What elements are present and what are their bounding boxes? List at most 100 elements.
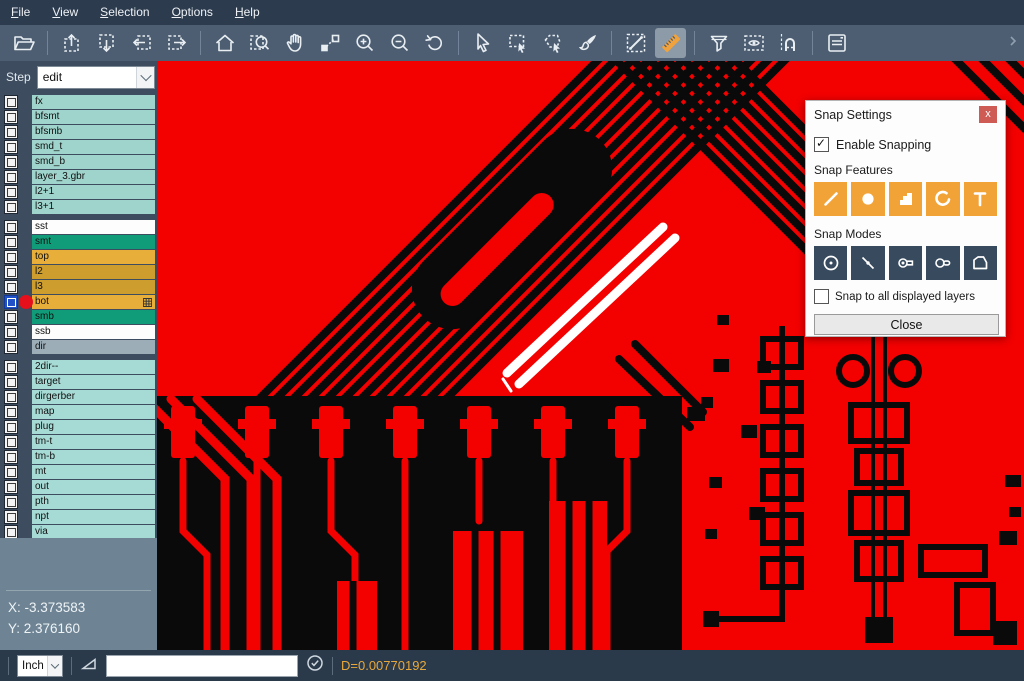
layer-name[interactable]: dirgerber	[32, 390, 155, 404]
layer-row[interactable]: bfsmb	[0, 125, 157, 139]
layer-row[interactable]: l3+1	[0, 200, 157, 214]
layer-row-bot[interactable]: bot	[0, 295, 157, 309]
layer-visibility-checkbox[interactable]	[4, 185, 18, 199]
layer-name[interactable]: map	[32, 405, 155, 419]
step-select[interactable]: edit	[37, 66, 155, 89]
filter-button[interactable]	[703, 28, 734, 58]
shift-up-button[interactable]	[56, 28, 87, 58]
snap-mode-center-button[interactable]	[814, 246, 847, 280]
layer-name[interactable]: dir	[32, 340, 155, 354]
layer-visibility-checkbox[interactable]	[4, 235, 18, 249]
layer-visibility-checkbox[interactable]	[4, 465, 18, 479]
snap-mode-corner-button[interactable]	[964, 246, 997, 280]
layer-visibility-checkbox[interactable]	[4, 480, 18, 494]
layer-visibility-checkbox[interactable]	[4, 405, 18, 419]
apply-check-icon[interactable]	[306, 654, 324, 677]
open-button[interactable]	[8, 28, 39, 58]
measure-line-button[interactable]	[620, 28, 651, 58]
layer-name[interactable]: 2dir--	[32, 360, 155, 374]
layer-row[interactable]: top	[0, 250, 157, 264]
layer-visibility-checkbox[interactable]	[4, 340, 18, 354]
paint-button[interactable]	[572, 28, 603, 58]
layer-visibility-checkbox[interactable]	[4, 265, 18, 279]
layer-name[interactable]: npt	[32, 510, 155, 524]
layer-name[interactable]: bfsmt	[32, 110, 155, 124]
select-button[interactable]	[467, 28, 498, 58]
layer-visibility-checkbox[interactable]	[4, 280, 18, 294]
fit-view-button[interactable]	[209, 28, 240, 58]
layer-name[interactable]: tm-b	[32, 450, 155, 464]
layer-row[interactable]: ssb	[0, 325, 157, 339]
layer-row[interactable]: map	[0, 405, 157, 419]
layer-row[interactable]: smd_b	[0, 155, 157, 169]
layer-visibility-checkbox[interactable]	[4, 220, 18, 234]
enable-snapping-checkbox[interactable]	[814, 137, 829, 152]
layer-visibility-checkbox[interactable]	[4, 420, 18, 434]
layer-row[interactable]: dirgerber	[0, 390, 157, 404]
transform-button[interactable]	[314, 28, 345, 58]
layer-visibility-checkbox[interactable]	[4, 435, 18, 449]
layer-row[interactable]: npt	[0, 510, 157, 524]
snap-button[interactable]	[773, 28, 804, 58]
layer-visibility-checkbox[interactable]	[4, 360, 18, 374]
layer-row[interactable]: smt	[0, 235, 157, 249]
layer-row[interactable]: fx	[0, 95, 157, 109]
close-button[interactable]: Close	[814, 314, 999, 335]
unit-select[interactable]: Inch	[17, 655, 63, 677]
layer-name[interactable]: tm-t	[32, 435, 155, 449]
layer-row[interactable]: smb	[0, 310, 157, 324]
snap-mode-midpoint-button[interactable]	[851, 246, 884, 280]
snap-feature-arc-button[interactable]	[926, 182, 959, 216]
layer-row[interactable]: l3	[0, 280, 157, 294]
shift-left-button[interactable]	[126, 28, 157, 58]
layer-visibility-checkbox[interactable]	[4, 450, 18, 464]
layer-row[interactable]: l2	[0, 265, 157, 279]
layer-name[interactable]: smd_b	[32, 155, 155, 169]
layer-name[interactable]: smt	[32, 235, 155, 249]
layer-row[interactable]: dir	[0, 340, 157, 354]
layer-row[interactable]: via	[0, 525, 157, 539]
layer-name[interactable]: l2	[32, 265, 155, 279]
layer-name[interactable]: via	[32, 525, 155, 539]
menu-selection[interactable]: Selection	[89, 0, 160, 25]
layer-name[interactable]: layer_3.gbr	[32, 170, 155, 184]
layer-name-wrap[interactable]: bot	[32, 295, 155, 309]
layer-visibility-checkbox[interactable]	[4, 110, 18, 124]
layer-row[interactable]: bfsmt	[0, 110, 157, 124]
layer-visibility-checkbox[interactable]	[4, 140, 18, 154]
layer-name[interactable]: l3	[32, 280, 155, 294]
layer-row[interactable]: 2dir--	[0, 360, 157, 374]
select-rectangle-button[interactable]	[502, 28, 533, 58]
zoom-out-button[interactable]	[384, 28, 415, 58]
layer-name[interactable]: top	[32, 250, 155, 264]
select-polygon-button[interactable]	[537, 28, 568, 58]
layer-visibility-checkbox[interactable]	[4, 295, 18, 309]
layer-visibility-checkbox[interactable]	[4, 525, 18, 539]
layer-visibility-checkbox[interactable]	[4, 310, 18, 324]
ruler-button[interactable]	[655, 28, 686, 58]
layer-visibility-checkbox[interactable]	[4, 390, 18, 404]
dialog-close-button[interactable]: x	[979, 106, 997, 123]
layer-visibility-checkbox[interactable]	[4, 325, 18, 339]
dialog-title-bar[interactable]: Snap Settings x	[814, 101, 997, 128]
layer-name[interactable]: sst	[32, 220, 155, 234]
view-box-button[interactable]	[738, 28, 769, 58]
toolbar-overflow-chevron[interactable]	[1008, 34, 1018, 52]
layer-row[interactable]: layer_3.gbr	[0, 170, 157, 184]
layer-row[interactable]: tm-b	[0, 450, 157, 464]
snap-feature-text-button[interactable]	[964, 182, 997, 216]
layer-visibility-checkbox[interactable]	[4, 250, 18, 264]
zoom-previous-button[interactable]	[419, 28, 450, 58]
layer-name[interactable]: smd_t	[32, 140, 155, 154]
layer-name[interactable]: ssb	[32, 325, 155, 339]
layer-name[interactable]: out	[32, 480, 155, 494]
layer-row[interactable]: tm-t	[0, 435, 157, 449]
layer-name[interactable]: pth	[32, 495, 155, 509]
snap-feature-surface-button[interactable]	[889, 182, 922, 216]
layer-row[interactable]: out	[0, 480, 157, 494]
command-input[interactable]	[106, 655, 298, 677]
layer-row[interactable]: sst	[0, 220, 157, 234]
layer-name[interactable]: target	[32, 375, 155, 389]
menu-file[interactable]: File	[0, 0, 41, 25]
snap-feature-pad-button[interactable]	[851, 182, 884, 216]
